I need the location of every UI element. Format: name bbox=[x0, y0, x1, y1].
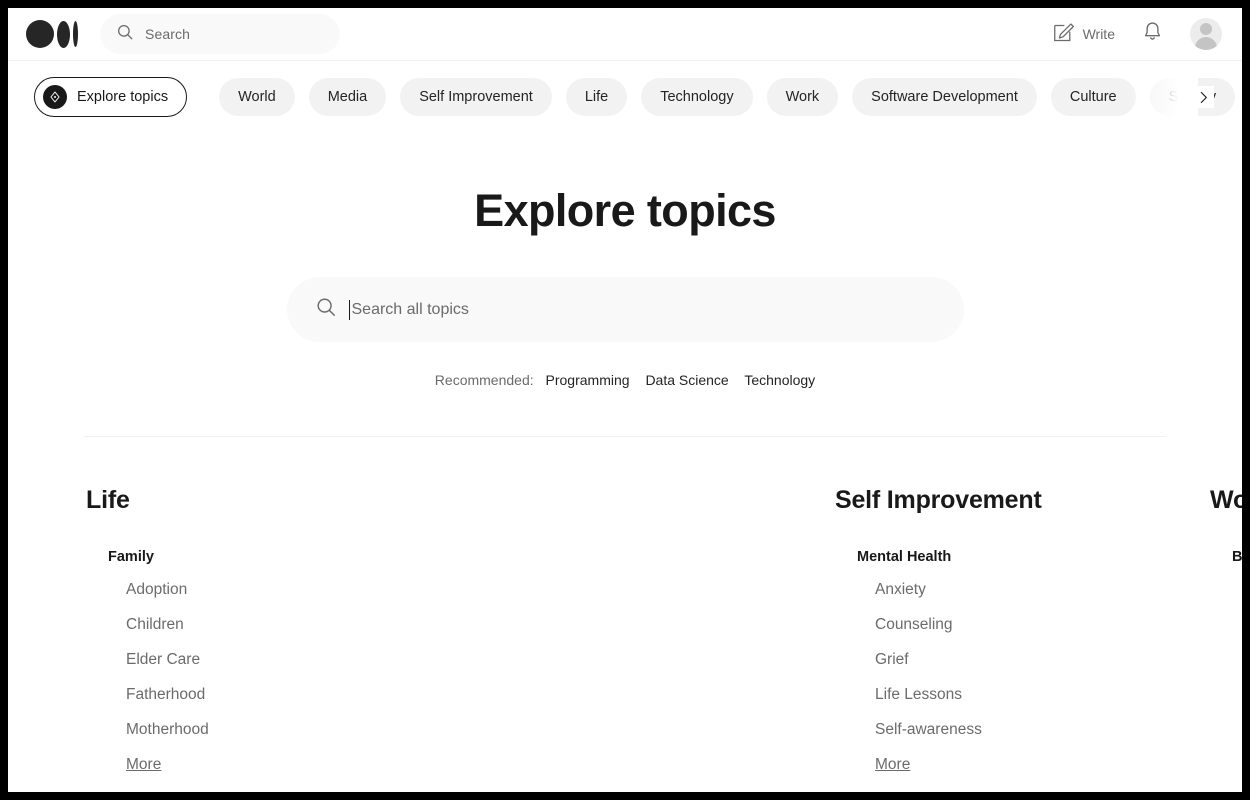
group-title: Mental Health bbox=[857, 549, 952, 565]
topic-group-business: Business Entrepreneurship Freelancing Sm… bbox=[1210, 549, 1242, 739]
recommended-link-technology[interactable]: Technology bbox=[744, 372, 815, 388]
group-title: Business bbox=[1232, 549, 1242, 565]
medium-logo[interactable] bbox=[26, 20, 78, 48]
more-link[interactable]: More bbox=[875, 756, 910, 773]
search-icon bbox=[315, 296, 337, 323]
list-item: Fatherhood bbox=[126, 686, 459, 704]
text-caret bbox=[348, 299, 350, 320]
topic-columns: Life Family Adoption Children Elder Care… bbox=[84, 486, 1242, 791]
topic-pill-work[interactable]: Work bbox=[766, 78, 839, 116]
topic-link-anxiety[interactable]: Anxiety bbox=[875, 581, 926, 598]
recommended-row: Recommended: Programming Data Science Te… bbox=[8, 372, 1242, 388]
topic-pill-culture[interactable]: Culture bbox=[1050, 78, 1136, 116]
topic-column-work: Work Business Entrepreneurship Freelanci… bbox=[1210, 486, 1242, 791]
page-title: Explore topics bbox=[474, 185, 776, 236]
list-item: Children bbox=[126, 616, 459, 634]
column-title: Work bbox=[1210, 486, 1242, 514]
browser-viewport: Search Write Explore topics World Media … bbox=[8, 8, 1242, 792]
topic-pill-track[interactable]: World Media Self Improvement Life Techno… bbox=[219, 78, 1242, 116]
chevron-right-icon[interactable] bbox=[1192, 86, 1214, 108]
write-button[interactable]: Write bbox=[1052, 22, 1115, 47]
recommended-link-data-science[interactable]: Data Science bbox=[645, 372, 728, 388]
topic-link-life-lessons[interactable]: Life Lessons bbox=[875, 686, 962, 703]
recommended-label: Recommended: bbox=[434, 372, 534, 388]
list-item: Elder Care bbox=[126, 651, 459, 669]
write-button-label: Write bbox=[1082, 26, 1115, 42]
topic-link-children[interactable]: Children bbox=[126, 616, 184, 633]
topic-link-elder-care[interactable]: Elder Care bbox=[126, 651, 200, 668]
topic-group-mental-health: Mental Health Anxiety Counseling Grief L… bbox=[835, 549, 1210, 774]
topics-search-placeholder: Search all topics bbox=[351, 300, 469, 318]
bell-icon[interactable] bbox=[1141, 20, 1164, 48]
section-divider bbox=[84, 436, 1166, 437]
header-search-input[interactable]: Search bbox=[100, 14, 340, 54]
explore-topics-pill[interactable]: Explore topics bbox=[34, 77, 188, 117]
topic-list: Entrepreneurship Freelancing Small Busin… bbox=[1232, 581, 1242, 739]
avatar-head bbox=[1200, 23, 1212, 35]
write-pencil-icon bbox=[1052, 22, 1074, 47]
more-link[interactable]: More bbox=[126, 756, 161, 773]
hero-section: Explore topics Search all topics Recomme… bbox=[8, 133, 1242, 437]
list-item: Motherhood bbox=[126, 721, 459, 739]
topic-pill-software-development[interactable]: Software Development bbox=[852, 78, 1037, 116]
topic-nav-bar: Explore topics World Media Self Improvem… bbox=[8, 61, 1242, 133]
topic-column-self-improvement: Self Improvement Mental Health Anxiety C… bbox=[459, 486, 1210, 791]
search-icon bbox=[116, 23, 134, 46]
topic-pill-media[interactable]: Media bbox=[308, 78, 387, 116]
site-header: Search Write bbox=[8, 8, 1242, 61]
topic-pill-life[interactable]: Life bbox=[565, 78, 628, 116]
list-item: Self-awareness bbox=[875, 721, 1210, 739]
list-item: Adoption bbox=[126, 581, 459, 599]
logo-bar-small bbox=[73, 21, 78, 47]
list-item: Grief bbox=[875, 651, 1210, 669]
recommended-link-programming[interactable]: Programming bbox=[546, 372, 630, 388]
topic-link-fatherhood[interactable]: Fatherhood bbox=[126, 686, 205, 703]
topic-column-life: Life Family Adoption Children Elder Care… bbox=[84, 486, 459, 791]
topic-pill-world[interactable]: World bbox=[219, 78, 295, 116]
topic-link-motherhood[interactable]: Motherhood bbox=[126, 721, 209, 738]
topics-search-input[interactable]: Search all topics bbox=[286, 277, 964, 342]
logo-circle-large bbox=[26, 20, 54, 48]
topic-list: Anxiety Counseling Grief Life Lessons Se… bbox=[857, 581, 1210, 774]
list-item: More bbox=[875, 756, 1210, 774]
topic-list: Adoption Children Elder Care Fatherhood … bbox=[108, 581, 459, 774]
avatar-body bbox=[1195, 37, 1217, 50]
topic-link-grief[interactable]: Grief bbox=[875, 651, 909, 668]
topic-group-family: Family Adoption Children Elder Care Fath… bbox=[86, 549, 459, 774]
group-title: Family bbox=[108, 549, 154, 565]
list-item: Life Lessons bbox=[875, 686, 1210, 704]
logo-ellipse-medium bbox=[57, 20, 70, 48]
header-actions: Write bbox=[1052, 18, 1230, 50]
column-title: Self Improvement bbox=[835, 486, 1042, 514]
header-search-placeholder: Search bbox=[145, 26, 190, 42]
list-item: More bbox=[126, 756, 459, 774]
explore-topics-label: Explore topics bbox=[77, 89, 169, 105]
topic-link-self-awareness[interactable]: Self-awareness bbox=[875, 721, 982, 738]
compass-icon bbox=[43, 85, 67, 109]
list-item: Counseling bbox=[875, 616, 1210, 634]
column-title: Life bbox=[86, 486, 130, 514]
topic-link-counseling[interactable]: Counseling bbox=[875, 616, 953, 633]
topic-pill-technology[interactable]: Technology bbox=[641, 78, 753, 116]
topic-link-adoption[interactable]: Adoption bbox=[126, 581, 187, 598]
list-item: Anxiety bbox=[875, 581, 1210, 599]
topic-pill-self-improvement[interactable]: Self Improvement bbox=[400, 78, 552, 116]
avatar[interactable] bbox=[1190, 18, 1222, 50]
